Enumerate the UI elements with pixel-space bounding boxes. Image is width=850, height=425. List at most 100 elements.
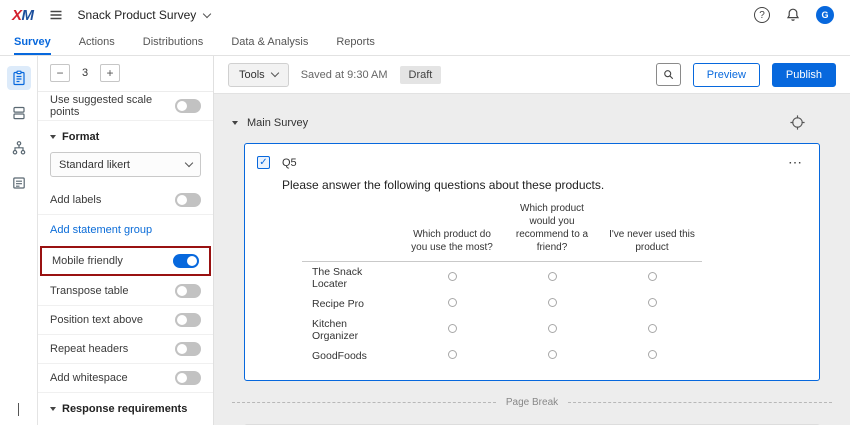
page-break-line — [568, 402, 832, 403]
help-icon[interactable]: ? — [754, 7, 770, 23]
question-header: ✓ Q5 ⋯ — [257, 154, 807, 171]
mobile-friendly-highlight: Mobile friendly — [40, 246, 211, 276]
app: XM Snack Product Survey ? G Survey Actio… — [0, 0, 850, 425]
add-whitespace-label: Add whitespace — [50, 372, 128, 384]
minus-icon[interactable]: − — [50, 64, 70, 82]
page-break[interactable]: Page Break — [232, 397, 832, 408]
add-whitespace-row: Add whitespace — [38, 364, 213, 393]
tab-data-analysis[interactable]: Data & Analysis — [231, 30, 308, 55]
expand-panel-icon[interactable] — [18, 403, 19, 415]
matrix-row: Recipe Pro — [302, 294, 702, 314]
question-settings-panel: − 3 + Use suggested scale points Format … — [38, 56, 214, 425]
scale-points-value: 3 — [78, 67, 92, 79]
format-section-header[interactable]: Format — [38, 121, 213, 149]
icon-rail — [0, 56, 38, 425]
matrix-row: GoodFoods — [302, 346, 702, 366]
repeat-headers-toggle[interactable] — [175, 342, 201, 356]
add-whitespace-toggle[interactable] — [175, 371, 201, 385]
transpose-table-toggle[interactable] — [175, 284, 201, 298]
survey-builder-icon[interactable] — [7, 66, 31, 90]
position-text-above-toggle[interactable] — [175, 313, 201, 327]
suggested-scale-points-row: Use suggested scale points — [38, 92, 213, 121]
tools-label: Tools — [239, 69, 265, 81]
radio-button[interactable] — [648, 350, 657, 359]
survey-flow-icon[interactable] — [7, 136, 31, 160]
question-text[interactable]: Please answer the following questions ab… — [282, 178, 807, 192]
survey-options-icon[interactable] — [7, 171, 31, 195]
suggested-scale-points-toggle[interactable] — [175, 99, 201, 113]
xm-logo[interactable]: XM — [12, 7, 34, 24]
tab-reports[interactable]: Reports — [336, 30, 375, 55]
matrix-cell — [602, 346, 702, 366]
radio-button[interactable] — [648, 298, 657, 307]
format-select[interactable]: Standard likert — [50, 152, 201, 177]
matrix-col-header[interactable]: I've never used this product — [602, 200, 702, 262]
collapse-block-icon[interactable] — [232, 121, 238, 125]
matrix-row-label[interactable]: Kitchen Organizer — [302, 314, 402, 346]
bell-icon[interactable] — [785, 7, 801, 23]
avatar[interactable]: G — [816, 6, 834, 24]
preview-button[interactable]: Preview — [693, 63, 760, 87]
content: − 3 + Use suggested scale points Format … — [0, 56, 850, 425]
radio-button[interactable] — [448, 298, 457, 307]
topbar-right: ? G — [754, 6, 838, 24]
matrix-cell — [402, 294, 502, 314]
radio-button[interactable] — [448, 324, 457, 333]
transpose-table-label: Transpose table — [50, 285, 128, 297]
question-checkbox[interactable]: ✓ — [257, 156, 270, 169]
matrix-col-header[interactable]: Which product would you recommend to a f… — [502, 200, 602, 262]
matrix-col-header[interactable]: Which product do you use the most? — [402, 200, 502, 262]
draft-badge: Draft — [400, 66, 442, 84]
hamburger-icon[interactable] — [48, 7, 64, 23]
suggested-scale-points-label: Use suggested scale points — [50, 94, 175, 118]
search-icon[interactable] — [656, 63, 681, 86]
tools-button[interactable]: Tools — [228, 63, 289, 87]
question-menu-icon[interactable]: ⋯ — [788, 154, 803, 171]
radio-button[interactable] — [548, 324, 557, 333]
add-statement-group-link[interactable]: Add statement group — [38, 215, 213, 245]
radio-button[interactable] — [648, 324, 657, 333]
publish-button[interactable]: Publish — [772, 63, 836, 87]
repeat-headers-row: Repeat headers — [38, 335, 213, 364]
survey-name: Snack Product Survey — [78, 8, 197, 22]
position-text-above-label: Position text above — [50, 314, 143, 326]
main-area: Tools Saved at 9:30 AM Draft Preview Pub… — [214, 56, 850, 425]
triangle-down-icon — [50, 135, 56, 139]
matrix-cell — [502, 262, 602, 295]
add-labels-toggle[interactable] — [175, 193, 201, 207]
tab-actions[interactable]: Actions — [79, 30, 115, 55]
survey-name-dropdown[interactable]: Snack Product Survey — [78, 8, 211, 22]
logo-letter-x: X — [12, 7, 22, 24]
mobile-friendly-row: Mobile friendly — [42, 248, 209, 274]
radio-button[interactable] — [548, 272, 557, 281]
crosshair-icon[interactable] — [789, 114, 806, 131]
radio-button[interactable] — [448, 350, 457, 359]
repeat-headers-label: Repeat headers — [50, 343, 128, 355]
matrix-cell — [602, 262, 702, 295]
plus-icon[interactable]: + — [100, 64, 120, 82]
add-labels-label: Add labels — [50, 194, 101, 206]
editor-toolbar: Tools Saved at 9:30 AM Draft Preview Pub… — [214, 56, 850, 94]
matrix-row-label[interactable]: GoodFoods — [302, 346, 402, 366]
radio-button[interactable] — [548, 298, 557, 307]
matrix-cell — [502, 314, 602, 346]
matrix-header-row: Which product do you use the most? Which… — [302, 200, 702, 262]
mobile-friendly-label: Mobile friendly — [52, 255, 123, 267]
radio-button[interactable] — [648, 272, 657, 281]
matrix-cell — [602, 294, 702, 314]
response-requirements-header[interactable]: Response requirements — [38, 393, 213, 421]
matrix-row-label[interactable]: The Snack Locater — [302, 262, 402, 295]
block-header: Main Survey — [232, 114, 832, 131]
triangle-down-icon — [50, 407, 56, 411]
question-card-q5[interactable]: ✓ Q5 ⋯ Please answer the following quest… — [244, 143, 820, 381]
radio-button[interactable] — [548, 350, 557, 359]
mobile-friendly-toggle[interactable] — [173, 254, 199, 268]
page-break-label: Page Break — [506, 397, 558, 408]
survey-canvas[interactable]: Main Survey ✓ Q5 ⋯ Please answer the fol… — [214, 94, 850, 425]
main-nav: Survey Actions Distributions Data & Anal… — [0, 30, 850, 56]
tab-distributions[interactable]: Distributions — [143, 30, 204, 55]
tab-survey[interactable]: Survey — [14, 30, 51, 55]
radio-button[interactable] — [448, 272, 457, 281]
matrix-row-label[interactable]: Recipe Pro — [302, 294, 402, 314]
blocks-icon[interactable] — [7, 101, 31, 125]
